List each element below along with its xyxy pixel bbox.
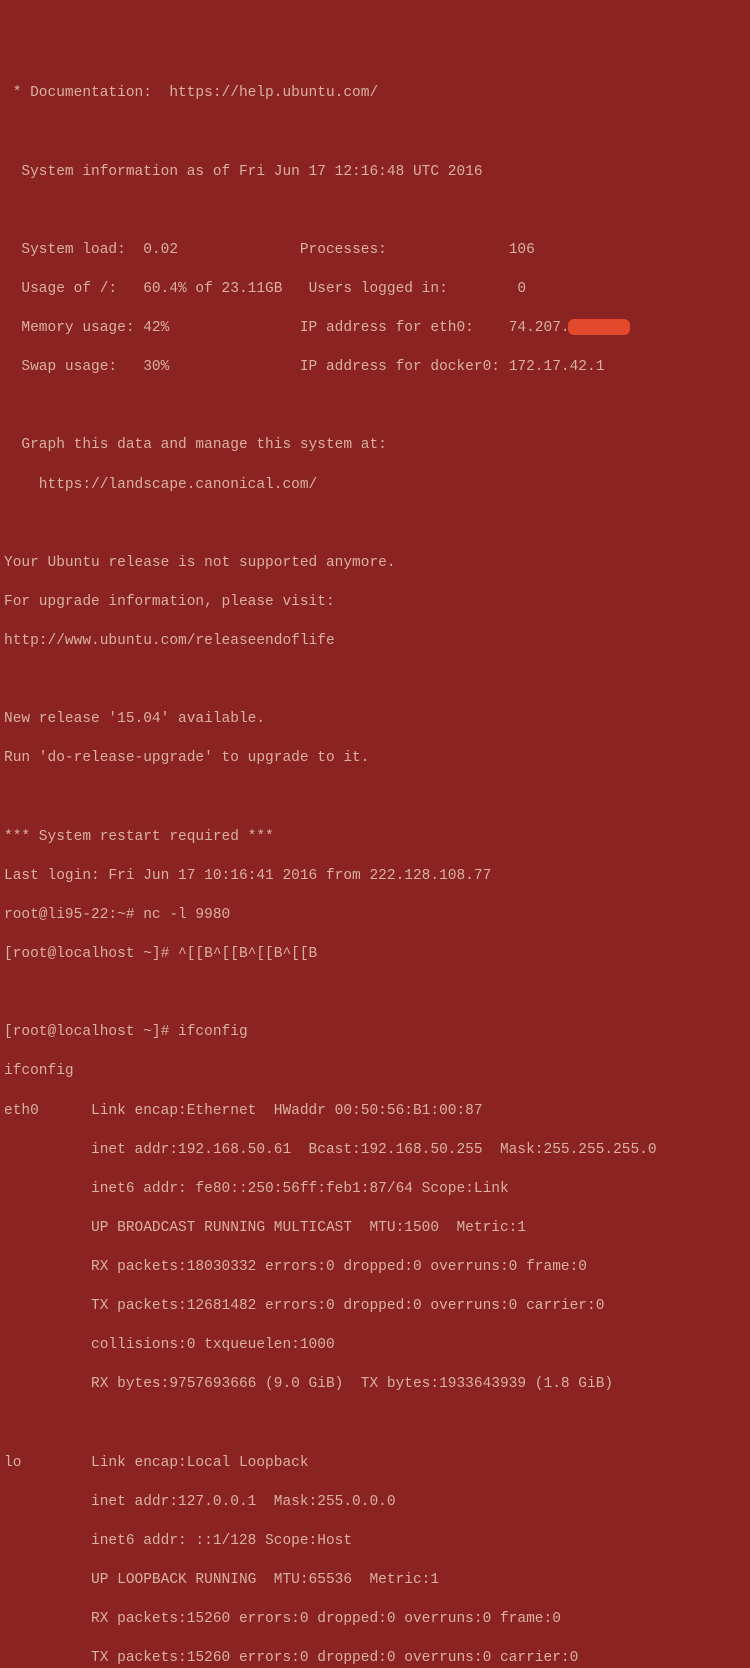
lo-l5: RX packets:15260 errors:0 dropped:0 over… [4, 1610, 746, 1630]
redacted-ip [568, 321, 630, 333]
usage-of: Usage of /: 60.4% of 23.11GB [4, 281, 282, 297]
lo-l4: UP LOOPBACK RUNNING MTU:65536 Metric:1 [4, 1571, 746, 1591]
ifconfig-echo: ifconfig [4, 1062, 746, 1082]
landscape-url: https://landscape.canonical.com/ [4, 476, 746, 496]
lo-l2: inet addr:127.0.0.1 Mask:255.0.0.0 [4, 1493, 746, 1513]
ip-docker0: IP address for docker0: 172.17.42.1 [300, 359, 605, 375]
eth0-l3: inet6 addr: fe80::250:56ff:feb1:87/64 Sc… [4, 1180, 746, 1200]
eth0-l8: RX bytes:9757693666 (9.0 GiB) TX bytes:1… [4, 1375, 746, 1395]
shell-prompt-3[interactable]: [root@localhost ~]# ifconfig [4, 1023, 746, 1043]
restart-required: *** System restart required *** [4, 828, 746, 848]
shell-prompt-1[interactable]: root@li95-22:~# nc -l 9980 [4, 906, 746, 926]
eth0-l2: inet addr:192.168.50.61 Bcast:192.168.50… [4, 1141, 746, 1161]
unsupported-2: For upgrade information, please visit: [4, 593, 746, 613]
eth0-l1: eth0 Link encap:Ethernet HWaddr 00:50:56… [4, 1102, 746, 1122]
eth0-l7: collisions:0 txqueuelen:1000 [4, 1336, 746, 1356]
last-login: Last login: Fri Jun 17 10:16:41 2016 fro… [4, 867, 746, 887]
new-release: New release '15.04' available. [4, 710, 746, 730]
sysinfo-header: System information as of Fri Jun 17 12:1… [4, 163, 746, 183]
system-load: System load: 0.02 [4, 242, 178, 258]
users-logged-in: Users logged in: 0 [309, 281, 527, 297]
motd-doc: * Documentation: https://help.ubuntu.com… [4, 84, 746, 104]
unsupported-1: Your Ubuntu release is not supported any… [4, 554, 746, 574]
do-release-upgrade: Run 'do-release-upgrade' to upgrade to i… [4, 749, 746, 769]
eth0-l5: RX packets:18030332 errors:0 dropped:0 o… [4, 1258, 746, 1278]
processes: Processes: 106 [300, 242, 535, 258]
shell-prompt-2[interactable]: [root@localhost ~]# ^[[B^[[B^[[B^[[B [4, 945, 746, 965]
lo-l1: lo Link encap:Local Loopback [4, 1454, 746, 1474]
graph-data-line: Graph this data and manage this system a… [4, 436, 746, 456]
eth0-l4: UP BROADCAST RUNNING MULTICAST MTU:1500 … [4, 1219, 746, 1239]
swap-usage: Swap usage: 30% [4, 359, 169, 375]
memory-usage: Memory usage: 42% [4, 320, 169, 336]
unsupported-3: http://www.ubuntu.com/releaseendoflife [4, 632, 746, 652]
ip-eth0: IP address for eth0: 74.207. [300, 320, 570, 336]
eth0-l6: TX packets:12681482 errors:0 dropped:0 o… [4, 1297, 746, 1317]
lo-l3: inet6 addr: ::1/128 Scope:Host [4, 1532, 746, 1552]
lo-l6: TX packets:15260 errors:0 dropped:0 over… [4, 1649, 746, 1668]
